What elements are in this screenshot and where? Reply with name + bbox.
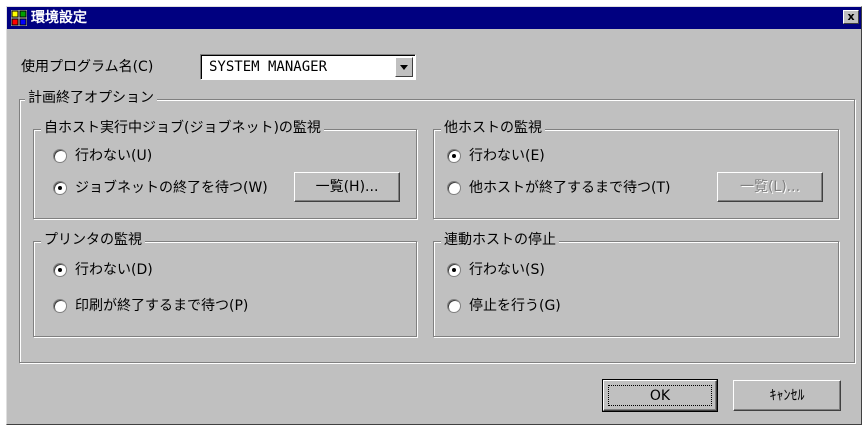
program-name-select[interactable]: SYSTEM MANAGER xyxy=(200,54,416,80)
other-host-list-label: 一覧(L)... xyxy=(739,179,801,195)
printer-monitor-title: プリンタの監視 xyxy=(41,231,145,249)
window-title: 環境設定 xyxy=(31,10,87,26)
program-name-value: SYSTEM MANAGER xyxy=(209,59,328,75)
cancel-button-label: ｷｬﾝｾﾙ xyxy=(769,388,805,404)
linked-host-stop-radio[interactable] xyxy=(447,299,461,313)
ok-button[interactable]: OK xyxy=(602,379,718,412)
end-options-title: 計画終了オプション xyxy=(25,89,157,107)
own-host-wait-radio[interactable] xyxy=(53,181,67,195)
program-name-label: 使用プログラム名(C) xyxy=(21,59,154,75)
chevron-down-icon xyxy=(400,65,408,70)
close-icon: x xyxy=(847,10,855,23)
other-host-monitor-title: 他ホストの監視 xyxy=(441,119,545,137)
linked-host-none-radio[interactable] xyxy=(447,263,461,277)
linked-host-stop-group xyxy=(433,241,839,337)
title-bar[interactable]: 環境設定 x xyxy=(7,7,861,29)
own-host-wait-label[interactable]: ジョブネットの終了を待つ(W) xyxy=(75,179,268,197)
other-host-list-button[interactable]: 一覧(L)... xyxy=(717,172,823,202)
printer-wait-label[interactable]: 印刷が終了するまで待つ(P) xyxy=(75,297,248,315)
dropdown-button[interactable] xyxy=(395,57,413,77)
linked-host-stop-label[interactable]: 停止を行う(G) xyxy=(469,297,561,315)
other-host-wait-label[interactable]: 他ホストが終了するまで待つ(T) xyxy=(469,179,670,197)
own-host-list-button[interactable]: 一覧(H)... xyxy=(294,172,400,202)
other-host-none-label[interactable]: 行わない(E) xyxy=(469,147,545,165)
ok-button-label: OK xyxy=(649,388,671,404)
printer-none-radio[interactable] xyxy=(53,263,67,277)
settings-app-icon xyxy=(11,10,27,26)
own-host-list-label: 一覧(H)... xyxy=(315,179,379,195)
linked-host-stop-title: 連動ホストの停止 xyxy=(441,231,559,249)
cancel-button[interactable]: ｷｬﾝｾﾙ xyxy=(733,380,841,411)
printer-wait-radio[interactable] xyxy=(53,299,67,313)
linked-host-none-label[interactable]: 行わない(S) xyxy=(469,261,545,279)
printer-monitor-group xyxy=(33,241,417,337)
settings-dialog: 環境設定 x 使用プログラム名(C) SYSTEM MANAGER 計画終了オプ… xyxy=(6,6,862,425)
own-host-none-label[interactable]: 行わない(U) xyxy=(75,147,152,165)
other-host-wait-radio[interactable] xyxy=(447,181,461,195)
printer-none-label[interactable]: 行わない(D) xyxy=(75,261,153,279)
other-host-none-radio[interactable] xyxy=(447,149,461,163)
close-button[interactable]: x xyxy=(843,10,859,24)
own-host-none-radio[interactable] xyxy=(53,149,67,163)
own-host-monitor-title: 自ホスト実行中ジョブ(ジョブネット)の監視 xyxy=(41,119,324,137)
